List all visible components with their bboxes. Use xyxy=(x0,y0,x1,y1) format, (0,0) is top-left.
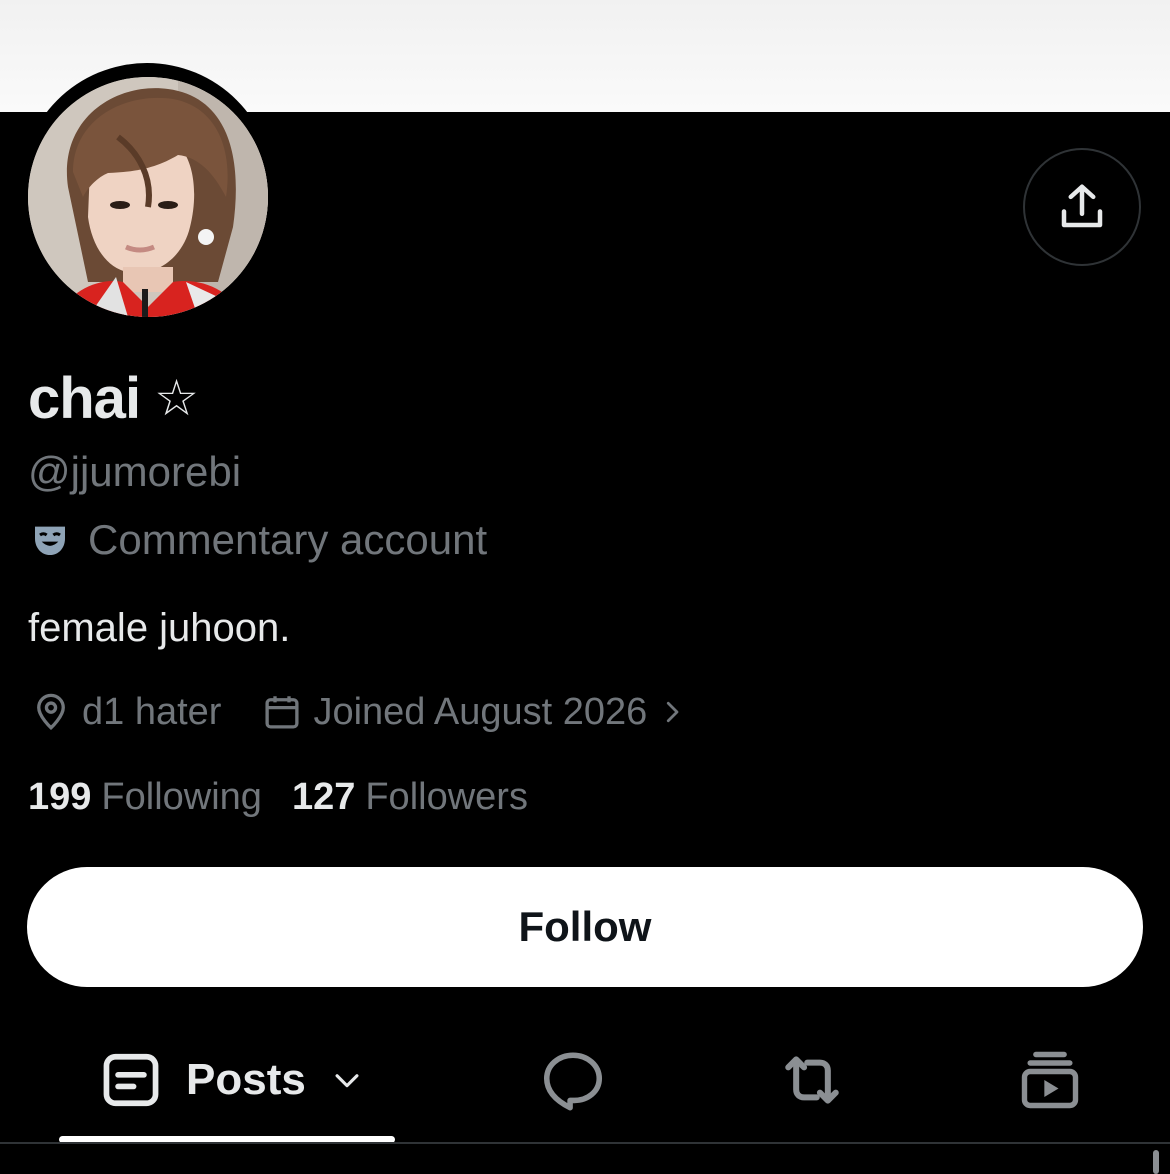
display-name-row: chai ☆ xyxy=(28,362,199,434)
avatar-photo xyxy=(28,77,268,317)
location-pin-icon xyxy=(37,693,65,731)
profile-tabs: Posts xyxy=(0,1030,1170,1142)
calendar-icon xyxy=(265,696,299,729)
follow-stats: 199 Following 127 Followers xyxy=(28,772,528,822)
followers-link[interactable]: 127 Followers xyxy=(292,776,528,819)
repost-icon xyxy=(785,1056,839,1104)
tab-posts[interactable]: Posts xyxy=(100,1030,364,1130)
following-count: 199 xyxy=(28,775,92,818)
followers-label: Followers xyxy=(365,775,528,818)
tab-reposts[interactable] xyxy=(774,1030,850,1130)
following-label: Following xyxy=(101,775,262,818)
joined-date-item[interactable]: Joined August 2026 xyxy=(261,691,687,734)
joined-date-text: Joined August 2026 xyxy=(313,690,648,733)
following-link[interactable]: 199 Following xyxy=(28,776,262,819)
tab-replies[interactable] xyxy=(538,1030,608,1130)
share-button[interactable] xyxy=(1023,148,1141,266)
tab-media[interactable] xyxy=(1016,1030,1084,1130)
chevron-right-icon xyxy=(667,701,679,723)
location-item: d1 hater xyxy=(30,691,221,734)
username-handle: @jjumorebi xyxy=(28,448,242,495)
tabs-divider xyxy=(0,1142,1170,1144)
tab-posts-label: Posts xyxy=(186,1055,306,1104)
speech-bubble-icon xyxy=(543,1052,603,1111)
chevron-down-icon[interactable] xyxy=(330,1063,364,1097)
share-upload-icon xyxy=(1061,184,1103,228)
scrollbar[interactable] xyxy=(1153,1150,1159,1174)
video-stack-icon xyxy=(1021,1051,1079,1109)
follow-button[interactable]: Follow xyxy=(27,867,1143,987)
account-label-text: Commentary account xyxy=(88,516,488,563)
followers-count: 127 xyxy=(291,775,356,818)
profile-meta: d1 hater Joined August 2026 xyxy=(30,686,687,738)
name-star-symbol: ☆ xyxy=(154,369,199,427)
profile-bio: female juhoon. xyxy=(28,606,291,650)
article-icon xyxy=(103,1053,159,1107)
location-text: d1 hater xyxy=(82,690,222,733)
account-label[interactable]: Commentary account xyxy=(30,514,487,566)
display-name: chai xyxy=(28,365,141,431)
avatar[interactable] xyxy=(28,77,268,317)
theater-mask-icon xyxy=(35,526,65,555)
